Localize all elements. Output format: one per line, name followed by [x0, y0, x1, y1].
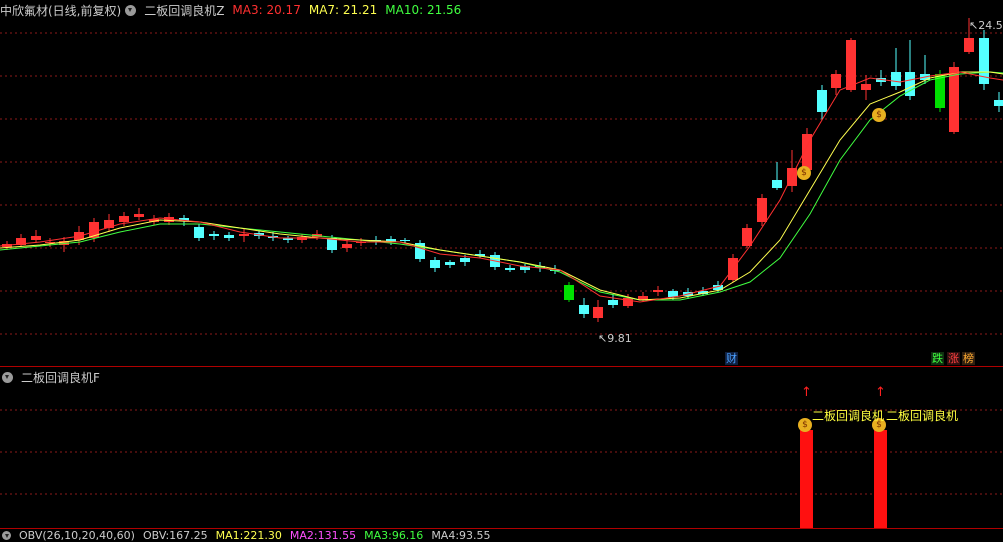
money-bag-icon: $ [872, 108, 886, 122]
candle-body [593, 307, 603, 318]
candlestick[interactable] [505, 265, 515, 272]
signal-up-arrow-icon: ↑ [801, 385, 812, 400]
obv-value: OBV:167.25 [142, 528, 208, 542]
candle-body [817, 90, 827, 112]
candlestick[interactable] [104, 214, 114, 232]
candle-body [564, 285, 574, 300]
event-mark-zhang[interactable]: 涨 [947, 352, 960, 365]
candlestick[interactable] [994, 92, 1003, 112]
candlestick[interactable] [342, 240, 352, 252]
money-bag-icon: $ [797, 166, 811, 180]
candlestick[interactable] [979, 30, 989, 90]
candlestick[interactable] [520, 264, 530, 273]
candlestick[interactable] [920, 55, 930, 84]
event-mark-die[interactable]: 跌 [931, 352, 944, 365]
candlestick[interactable] [757, 194, 767, 226]
candlestick[interactable] [445, 260, 455, 268]
low-arrow-icon: ↖ [598, 332, 608, 345]
candle-body [460, 258, 470, 262]
candlestick[interactable] [283, 236, 293, 243]
obv-dropdown-icon[interactable] [2, 530, 11, 540]
candle-body [608, 300, 618, 305]
candle-body [757, 198, 767, 222]
sub-indicator-name[interactable]: 二板回调良机F [21, 369, 100, 386]
signal-up-arrow-icon: ↑ [875, 385, 886, 400]
low-price-label: ↖9.81 [598, 332, 632, 345]
candle-body [194, 227, 204, 238]
ma7-line [0, 71, 1003, 301]
candlestick[interactable] [224, 232, 234, 241]
high-price-label: ↖24.5 [969, 19, 1003, 32]
candlestick[interactable] [415, 240, 425, 262]
signal-label: 二板回调良机 [886, 409, 959, 423]
candle-body [31, 236, 41, 240]
candle-body [772, 180, 782, 188]
obv-indicator-bar: OBV(26,10,20,40,60) OBV:167.25 MA1:221.3… [0, 528, 1003, 542]
candle-body [209, 234, 219, 236]
obv-ma2: MA2:131.55 [289, 528, 357, 542]
obv-params[interactable]: OBV(26,10,20,40,60) [19, 529, 135, 542]
candle-body [342, 244, 352, 248]
candle-body [400, 240, 410, 241]
candlestick[interactable] [564, 282, 574, 302]
candlestick[interactable] [579, 298, 589, 318]
candle-body [579, 305, 589, 314]
candle-body [239, 234, 249, 236]
candle-body [653, 290, 663, 292]
sub-indicator-dropdown-icon[interactable] [2, 371, 13, 383]
candlestick[interactable] [16, 234, 26, 247]
candle-body [445, 262, 455, 265]
event-mark-bang[interactable]: 榜 [962, 352, 975, 365]
obv-ma1: MA1:221.30 [215, 528, 282, 542]
candlestick[interactable] [31, 230, 41, 243]
candlestick[interactable] [239, 228, 249, 242]
candlestick[interactable] [787, 150, 797, 192]
candle-body [846, 40, 856, 90]
candlestick[interactable] [593, 300, 603, 322]
high-arrow-icon: ↖ [969, 19, 979, 32]
candle-body [505, 268, 515, 270]
ma10-line [0, 71, 1003, 301]
candlestick[interactable] [653, 286, 663, 296]
candlestick[interactable] [772, 162, 782, 190]
ma3-line [0, 71, 1003, 303]
sub-chart-title-bar: 二板回调良机F [0, 367, 1003, 387]
kline-chart[interactable] [0, 0, 1003, 536]
candlestick[interactable] [861, 75, 871, 100]
obv-ma3: MA3:96.16 [364, 528, 424, 542]
candle-body [861, 84, 871, 90]
signal-bar [800, 430, 813, 528]
candlestick[interactable] [608, 294, 618, 308]
candle-body [224, 235, 234, 238]
candle-body [964, 38, 974, 52]
candlestick[interactable] [891, 48, 901, 90]
candlestick[interactable] [876, 70, 886, 86]
candle-body [994, 100, 1003, 106]
candle-body [831, 74, 841, 88]
candlestick[interactable] [134, 208, 144, 220]
money-bag-icon: $ [798, 418, 812, 432]
candle-body [134, 214, 144, 217]
candlestick[interactable] [194, 224, 204, 241]
obv-ma4: MA4:93.55 [431, 528, 491, 542]
candle-body [430, 260, 440, 268]
candle-body [949, 67, 959, 132]
candle-body [742, 228, 752, 246]
candlestick[interactable] [209, 231, 219, 240]
event-mark-cai[interactable]: 财 [725, 352, 738, 365]
signal-label: 二板回调良机 [812, 409, 885, 423]
candle-body [119, 216, 129, 222]
signal-bar [874, 430, 887, 528]
candle-body [891, 72, 901, 86]
candlestick[interactable] [430, 257, 440, 272]
